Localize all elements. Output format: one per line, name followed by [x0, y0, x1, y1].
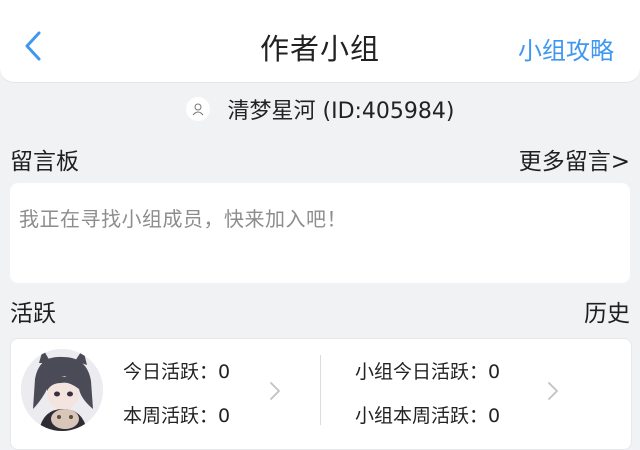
author-info: 清梦星河 (ID:405984): [0, 92, 640, 126]
chevron-right-icon[interactable]: [269, 381, 281, 401]
history-link[interactable]: 历史: [584, 294, 630, 328]
group-guide-link[interactable]: 小组攻略: [518, 31, 614, 66]
more-messages-link[interactable]: 更多留言>: [519, 142, 630, 176]
week-active: 本周活跃：0: [123, 405, 231, 427]
activity-header: 活跃 历史: [10, 294, 630, 328]
author-avatar[interactable]: [185, 97, 210, 121]
activity-title: 活跃: [10, 301, 56, 327]
avatar-placeholder-icon: [192, 103, 203, 116]
group-avatar: [21, 349, 103, 431]
stats-divider: [320, 355, 321, 425]
message-board-title: 留言板: [10, 149, 79, 175]
anime-character-avatar-image: [21, 349, 103, 431]
group-today-active: 小组今日活跃：0: [355, 361, 501, 383]
message-board-header: 留言板 更多留言>: [10, 142, 630, 176]
activity-card: 今日活跃：0 本周活跃：0 小组今日活跃：0 小组本周活跃：0: [10, 338, 632, 450]
author-name: 清梦星河 (ID:405984): [227, 99, 455, 124]
chevron-right-icon[interactable]: [547, 381, 559, 401]
top-nav-bar: 作者小组 小组攻略: [0, 0, 640, 82]
message-card[interactable]: 我正在寻找小组成员，快来加入吧！: [10, 183, 630, 283]
group-week-active: 小组本周活跃：0: [355, 405, 501, 427]
message-text: 我正在寻找小组成员，快来加入吧！: [19, 207, 347, 231]
today-active: 今日活跃：0: [123, 361, 231, 383]
